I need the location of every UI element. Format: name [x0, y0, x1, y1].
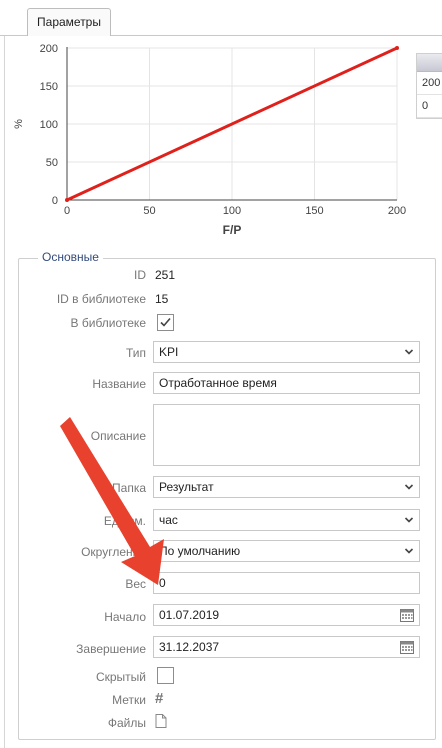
library-id-value: 15 [155, 292, 169, 306]
description-textarea[interactable] [153, 404, 420, 466]
unit-select-value: час [159, 513, 178, 527]
x-axis-title: F/P [223, 223, 242, 237]
series-point [395, 46, 399, 50]
fieldset-legend: Основные [38, 250, 103, 264]
y-tick-label: 50 [46, 157, 58, 169]
weight-input[interactable]: 0 [153, 572, 420, 594]
end-date-value: 31.12.2037 [159, 640, 220, 654]
folder-select-value: Результат [159, 480, 214, 494]
y-tick-label: 200 [40, 43, 58, 55]
side-table-header [417, 54, 442, 72]
rounding-select-value: По умолчанию [159, 544, 241, 558]
y-axis-ticks: 0 50 100 150 200 [40, 43, 58, 207]
calendar-icon[interactable] [400, 640, 414, 654]
start-label: Начало [104, 610, 146, 624]
tags-label: Метки [112, 693, 146, 707]
start-date-input[interactable]: 01.07.2019 [153, 604, 420, 626]
y-tick-label: 100 [40, 119, 58, 131]
folder-select[interactable]: Результат [153, 476, 420, 498]
calendar-icon[interactable] [400, 608, 414, 622]
x-tick-label: 150 [305, 205, 323, 217]
chevron-down-icon [404, 517, 414, 523]
side-table-cell: 200 [417, 72, 442, 95]
main-fieldset [18, 258, 436, 740]
name-label: Название [92, 377, 146, 391]
weight-label: Вес [125, 577, 146, 591]
x-tick-label: 50 [143, 205, 155, 217]
hidden-label: Скрытый [95, 670, 146, 684]
start-date-value: 01.07.2019 [159, 608, 220, 622]
end-date-input[interactable]: 31.12.2037 [153, 636, 420, 658]
chevron-down-icon [404, 484, 414, 490]
chart: 0 50 100 150 200 0 50 100 150 200 F/P % [13, 43, 406, 237]
folder-label: Папка [112, 481, 146, 495]
type-select-value: KPI [159, 345, 179, 359]
in-library-checkbox[interactable] [157, 314, 174, 331]
end-label: Завершение [76, 642, 146, 656]
chevron-down-icon [404, 548, 414, 554]
id-label: ID [134, 268, 146, 282]
y-tick-label: 150 [40, 81, 58, 93]
side-table: 200 0 [416, 53, 442, 119]
unit-select[interactable]: час [153, 509, 420, 531]
in-library-label: В библиотеке [70, 316, 146, 330]
check-icon [160, 317, 171, 327]
y-axis-title: % [13, 119, 25, 129]
side-table-cell: 0 [417, 95, 442, 118]
hash-icon[interactable]: # [155, 690, 163, 707]
description-label: Описание [90, 429, 146, 443]
x-tick-label: 200 [388, 205, 406, 217]
series-point [65, 198, 69, 202]
name-input[interactable]: Отработанное время [153, 372, 420, 394]
library-id-label: ID в библиотеке [56, 292, 146, 306]
type-select[interactable]: KPI [153, 341, 420, 363]
id-value: 251 [155, 268, 176, 282]
x-tick-label: 100 [223, 205, 241, 217]
rounding-select[interactable]: По умолчанию [153, 540, 420, 562]
file-icon[interactable] [155, 714, 167, 728]
x-axis-ticks: 0 50 100 150 200 [64, 205, 406, 217]
chevron-down-icon [404, 349, 414, 355]
files-label: Файлы [107, 716, 146, 730]
y-tick-label: 0 [52, 195, 58, 207]
x-tick-label: 0 [64, 205, 70, 217]
hidden-checkbox[interactable] [157, 667, 174, 684]
rounding-label: Округление [81, 545, 146, 559]
type-label: Тип [125, 346, 146, 360]
unit-label: Ед.изм. [103, 514, 146, 528]
